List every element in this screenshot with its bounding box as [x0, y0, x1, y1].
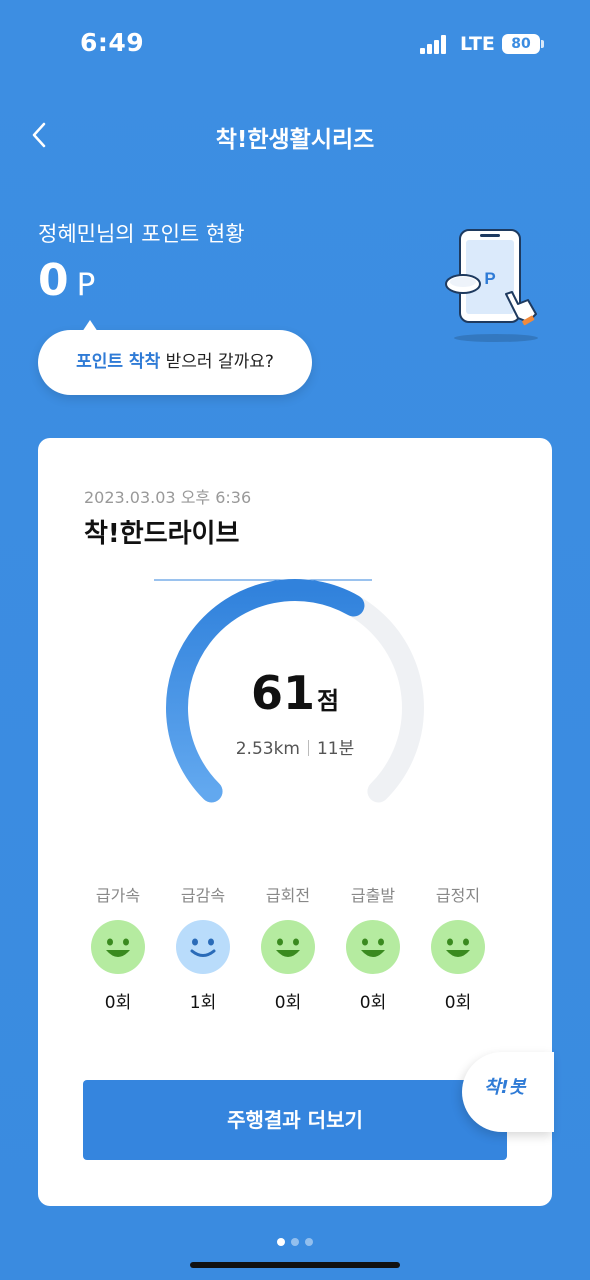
page-title: 착!한생활시리즈	[215, 127, 375, 153]
battery-icon: 80	[502, 34, 540, 54]
metric-count: 0회	[274, 993, 302, 1013]
metric-count: 1회	[189, 993, 217, 1013]
bubble-highlight: 포인트 착착	[76, 352, 161, 372]
phone-point-illustration-icon: P	[445, 229, 538, 342]
metric-count: 0회	[104, 993, 132, 1013]
smile-face-icon	[346, 920, 400, 974]
points-unit: P	[76, 267, 96, 303]
trip-info: 2.53km 11분	[38, 734, 552, 759]
driving-metrics: 급가속 0회 급감속 1회 급회전 0회 급출발 0회 급정지 0회	[78, 882, 512, 1013]
trip-divider	[307, 740, 309, 756]
points-value: 0P	[38, 255, 95, 315]
metric-sharp-turn: 급회전 0회	[248, 882, 328, 1013]
metric-sudden-stop: 급정지 0회	[418, 882, 498, 1013]
page-dot[interactable]	[291, 1238, 299, 1246]
trip-duration: 11분	[316, 739, 355, 759]
points-heading: 정혜민님의 포인트 현황	[38, 222, 245, 246]
metric-rapid-acceleration: 급가속 0회	[78, 882, 158, 1013]
metric-label: 급출발	[350, 886, 396, 905]
drive-title: 착!한드라이브	[84, 519, 240, 549]
smile-face-icon	[431, 920, 485, 974]
drive-date: 2023.03.03 오후 6:36	[84, 488, 252, 507]
page-dot-active[interactable]	[277, 1238, 285, 1246]
status-time: 6:49	[80, 28, 145, 57]
metric-rapid-start: 급출발 0회	[333, 882, 413, 1013]
metric-rapid-deceleration: 급감속 1회	[163, 882, 243, 1013]
earn-points-bubble[interactable]: 포인트 착착 받으러 갈까요?	[38, 320, 312, 395]
illustration-letter: P	[484, 269, 495, 288]
chatbot-button[interactable]: 착!봇	[462, 1052, 554, 1132]
battery-tip	[541, 40, 544, 48]
page-dot[interactable]	[305, 1238, 313, 1246]
metric-label: 급정지	[435, 886, 481, 905]
smile-face-icon	[176, 920, 230, 974]
signal-icon	[420, 34, 450, 54]
score-unit: 점	[316, 687, 340, 715]
score-value: 61	[250, 666, 315, 720]
metric-count: 0회	[359, 993, 387, 1013]
score-display: 61점	[38, 666, 552, 720]
points-number: 0	[38, 255, 69, 306]
home-indicator[interactable]	[190, 1262, 400, 1268]
trip-distance: 2.53km	[235, 739, 300, 759]
page-indicator[interactable]	[0, 1231, 590, 1250]
driving-results-more-button[interactable]: 주행결과 더보기	[83, 1080, 507, 1160]
network-type: LTE	[460, 33, 495, 55]
metric-label: 급회전	[265, 886, 311, 905]
smile-face-icon	[91, 920, 145, 974]
metric-label: 급가속	[95, 886, 141, 905]
smile-face-icon	[261, 920, 315, 974]
metric-count: 0회	[444, 993, 472, 1013]
metric-label: 급감속	[180, 886, 226, 905]
bubble-text: 받으러 갈까요?	[160, 352, 274, 372]
status-bar: 6:49 LTE 80	[0, 0, 590, 90]
